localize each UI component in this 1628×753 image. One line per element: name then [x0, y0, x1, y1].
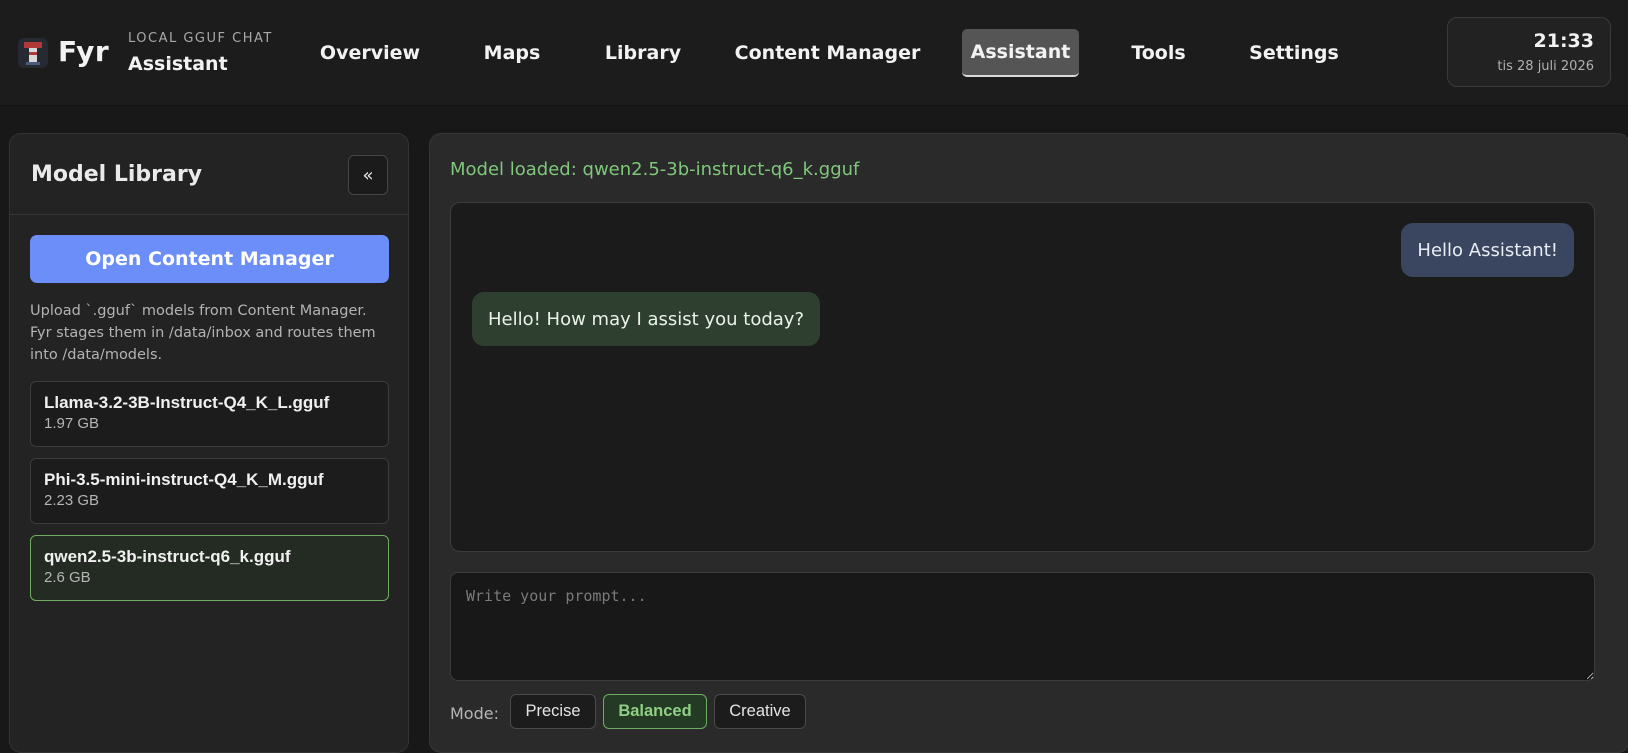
open-content-manager-button[interactable]: Open Content Manager — [30, 235, 389, 283]
model-card[interactable]: Phi-3.5-mini-instruct-Q4_K_M.gguf 2.23 G… — [30, 458, 389, 524]
model-size: 2.23 GB — [44, 492, 100, 509]
model-loaded-status: Model loaded: qwen2.5-3b-instruct-q6_k.g… — [450, 159, 860, 180]
model-list: Llama-3.2-3B-Instruct-Q4_K_L.gguf 1.97 G… — [30, 381, 389, 612]
model-name: Llama-3.2-3B-Instruct-Q4_K_L.gguf — [44, 393, 330, 412]
model-card-selected[interactable]: qwen2.5-3b-instruct-q6_k.gguf 2.6 GB — [30, 535, 389, 601]
collapse-sidebar-button[interactable]: « — [348, 155, 388, 195]
tab-settings[interactable]: Settings — [1248, 29, 1340, 77]
mode-creative-button[interactable]: Creative — [714, 694, 806, 729]
page-title: Assistant — [128, 53, 228, 75]
tab-maps[interactable]: Maps — [478, 29, 546, 77]
prompt-input[interactable] — [450, 572, 1595, 681]
sidebar-title: Model Library — [31, 162, 203, 187]
top-header: Fyr LOCAL GGUF CHAT Assistant Overview M… — [0, 0, 1628, 106]
mode-precise-button[interactable]: Precise — [510, 694, 596, 729]
chat-transcript[interactable]: Hello Assistant! Hello! How may I assist… — [450, 202, 1595, 552]
mode-balanced-button[interactable]: Balanced — [603, 694, 707, 729]
model-size: 1.97 GB — [44, 415, 100, 432]
tab-library[interactable]: Library — [603, 29, 683, 77]
user-message-bubble: Hello Assistant! — [1401, 223, 1574, 277]
model-name: qwen2.5-3b-instruct-q6_k.gguf — [44, 547, 291, 566]
tab-assistant[interactable]: Assistant — [962, 29, 1079, 77]
sidebar-divider — [10, 214, 408, 215]
model-size: 2.6 GB — [44, 569, 91, 586]
lighthouse-logo-icon — [18, 38, 48, 68]
model-library-sidebar: Model Library « Open Content Manager Upl… — [9, 133, 409, 753]
brand-name: Fyr — [58, 35, 110, 68]
clock-widget: 21:33 tis 28 juli 2026 — [1447, 17, 1611, 87]
model-card[interactable]: Llama-3.2-3B-Instruct-Q4_K_L.gguf 1.97 G… — [30, 381, 389, 447]
upload-help-text: Upload `.gguf` models from Content Manag… — [30, 303, 376, 363]
tab-tools[interactable]: Tools — [1126, 29, 1191, 77]
assistant-message-bubble: Hello! How may I assist you today? — [472, 292, 820, 346]
app-subtitle: LOCAL GGUF CHAT — [128, 31, 273, 46]
clock-date: tis 28 juli 2026 — [1497, 59, 1594, 74]
assistant-panel: Model loaded: qwen2.5-3b-instruct-q6_k.g… — [429, 133, 1628, 753]
clock-time: 21:33 — [1533, 30, 1594, 52]
tab-overview[interactable]: Overview — [319, 29, 421, 77]
tab-content-manager[interactable]: Content Manager — [735, 29, 921, 77]
model-name: Phi-3.5-mini-instruct-Q4_K_M.gguf — [44, 470, 324, 489]
mode-label: Mode: — [450, 704, 499, 723]
